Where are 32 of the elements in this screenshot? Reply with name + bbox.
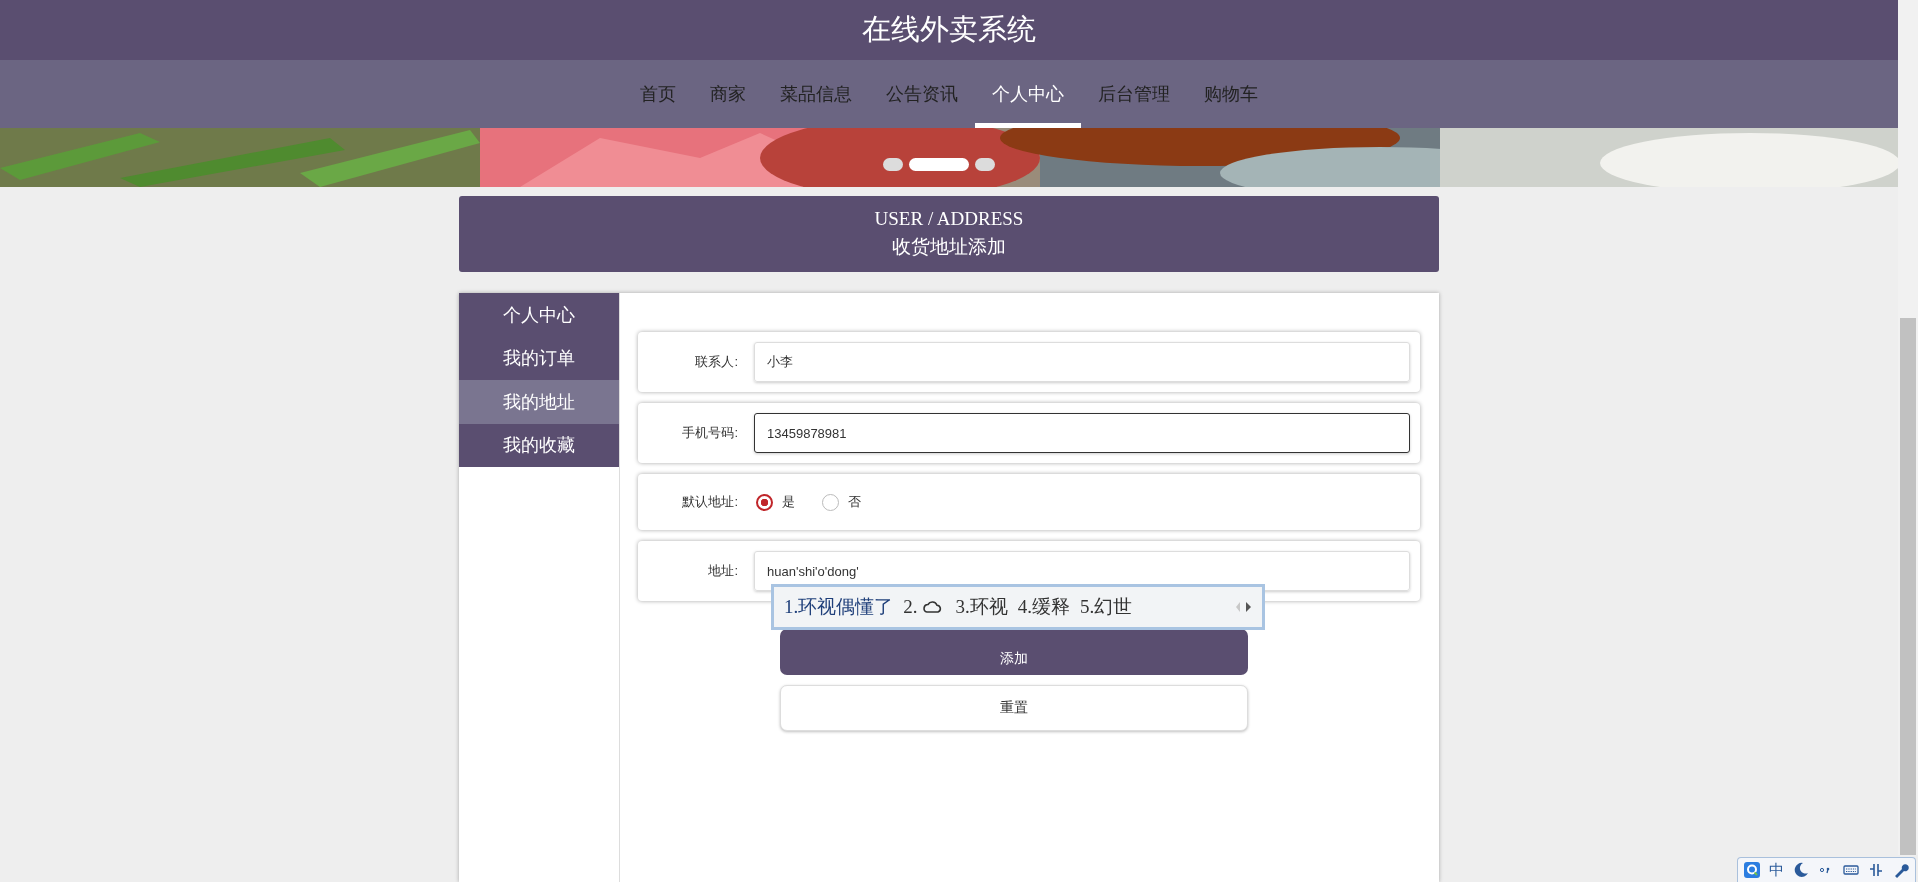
keyboard-icon[interactable] xyxy=(1843,862,1859,878)
search-icon[interactable] xyxy=(1744,862,1760,878)
field-label: 地址: xyxy=(707,562,739,580)
slide-indicator[interactable] xyxy=(909,158,969,171)
add-button[interactable]: 添加 xyxy=(780,629,1248,675)
reset-button[interactable]: 重置 xyxy=(780,685,1248,731)
ime-mode[interactable]: 中 xyxy=(1769,860,1784,880)
wrench-icon[interactable] xyxy=(1893,862,1909,878)
field-label: 默认地址: xyxy=(681,493,739,511)
moon-icon[interactable] xyxy=(1793,862,1809,878)
ime-candidate[interactable]: 3.环视 xyxy=(955,594,1008,620)
field-label: 手机号码: xyxy=(681,424,739,442)
radio-label: 否 xyxy=(848,493,861,511)
sidebar-item[interactable]: 我的收藏 xyxy=(459,423,619,467)
input-field[interactable]: 小李 xyxy=(754,342,1410,382)
sidebar-item[interactable]: 我的订单 xyxy=(459,336,619,380)
radio-label: 是 xyxy=(782,493,795,511)
heading-english: USER / ADDRESS xyxy=(874,208,1024,230)
ime-candidate[interactable]: 2. xyxy=(903,596,918,618)
ime-candidate[interactable]: 1.环视偶懂了 xyxy=(784,594,894,620)
site-title: 在线外卖系统 xyxy=(862,12,1036,47)
input-field[interactable]: 13459878981 xyxy=(754,413,1410,453)
radio-button[interactable] xyxy=(756,493,773,511)
ime-candidate[interactable]: 5.幻世 xyxy=(1080,594,1133,620)
cloud-icon xyxy=(921,600,942,614)
field-label: 联系人: xyxy=(694,353,739,371)
split-arrows-icon[interactable] xyxy=(1868,862,1884,878)
sidebar-item[interactable]: 我的地址 xyxy=(459,380,619,424)
heading-title: 收货地址添加 xyxy=(892,235,1006,259)
sidebar-item[interactable]: 个人中心 xyxy=(459,293,619,337)
ime-candidate[interactable]: 4.缓释 xyxy=(1017,594,1070,620)
page-arrows-icon[interactable] xyxy=(1234,601,1254,613)
